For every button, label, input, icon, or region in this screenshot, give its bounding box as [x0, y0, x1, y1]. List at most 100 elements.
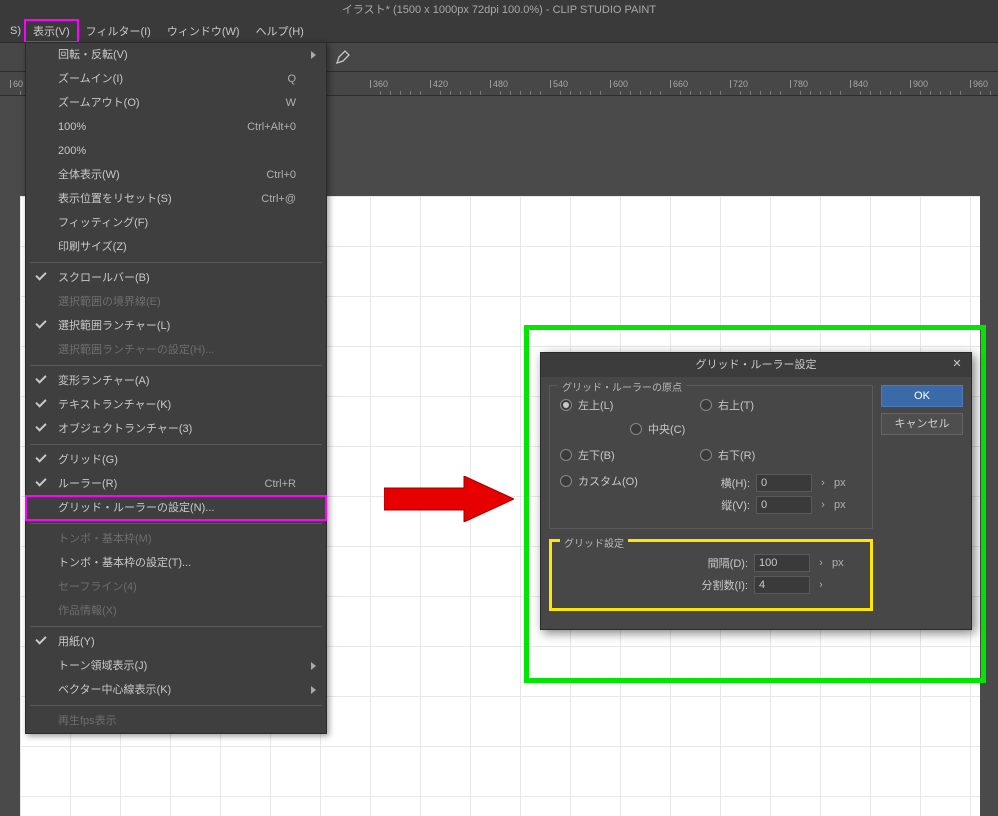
- chevron-right-icon[interactable]: ›: [816, 557, 826, 569]
- h-label: 横(H):: [700, 475, 750, 491]
- menu-item-label: トンボ・基本枠の設定(T)...: [58, 557, 191, 569]
- custom-h-input[interactable]: [756, 474, 812, 492]
- menu-item: 作品情報(X): [26, 599, 326, 623]
- close-icon[interactable]: ✕: [947, 355, 967, 373]
- menu-item[interactable]: トーン領域表示(J): [26, 654, 326, 678]
- ruler-minor-tick: [680, 91, 681, 95]
- menu-item[interactable]: 用紙(Y): [26, 630, 326, 654]
- ok-button[interactable]: OK: [881, 385, 963, 407]
- ruler-minor-tick: [950, 91, 951, 95]
- menu-item[interactable]: 変形ランチャー(A): [26, 369, 326, 393]
- ruler-minor-tick: [520, 91, 521, 95]
- check-icon: [35, 451, 46, 462]
- radio-label: 中央(C): [648, 421, 685, 437]
- menu-item-label: ズームイン(I): [58, 73, 123, 85]
- check-icon: [35, 372, 46, 383]
- menu-item[interactable]: 全体表示(W)Ctrl+0: [26, 163, 326, 187]
- ruler-tick: 60: [10, 80, 23, 88]
- menu-item[interactable]: ルーラー(R) Ctrl+R: [26, 472, 326, 496]
- divisions-input[interactable]: [754, 576, 810, 594]
- menu-window[interactable]: ウィンドウ(W): [159, 20, 248, 42]
- menu-item-label: セーフライン(4): [58, 581, 137, 593]
- menu-item[interactable]: グリッド・ルーラーの設定(N)...: [26, 496, 326, 520]
- menu-item[interactable]: 選択範囲ランチャー(L): [26, 314, 326, 338]
- ruler-minor-tick: [640, 91, 641, 95]
- menu-item[interactable]: グリッド(G): [26, 448, 326, 472]
- ruler-minor-tick: [530, 91, 531, 95]
- ruler-tick: 780: [790, 80, 808, 88]
- spacing-input[interactable]: [754, 554, 810, 572]
- chevron-right-icon[interactable]: ›: [816, 579, 826, 591]
- radio-icon: [560, 475, 572, 487]
- custom-v-input[interactable]: [756, 496, 812, 514]
- menu-item[interactable]: フィッティング(F): [26, 211, 326, 235]
- menu-item: トンボ・基本枠(M): [26, 527, 326, 551]
- menu-item: セーフライン(4): [26, 575, 326, 599]
- ruler-minor-tick: [920, 91, 921, 95]
- radio-icon: [560, 399, 572, 411]
- ruler-minor-tick: [570, 91, 571, 95]
- ruler-minor-tick: [470, 91, 471, 95]
- ruler-minor-tick: [830, 91, 831, 95]
- menu-item[interactable]: ズームアウト(O)W: [26, 91, 326, 115]
- menu-item-label: ルーラー(R): [58, 478, 117, 490]
- menu-item[interactable]: ベクター中心線表示(K): [26, 678, 326, 702]
- menu-item-label: グリッド・ルーラーの設定(N)...: [58, 502, 214, 514]
- chevron-right-icon[interactable]: ›: [818, 477, 828, 489]
- chevron-right-icon[interactable]: ›: [818, 499, 828, 511]
- cancel-button[interactable]: キャンセル: [881, 413, 963, 435]
- ruler-minor-tick: [600, 91, 601, 95]
- menu-item: 再生fps表示: [26, 709, 326, 733]
- radio-top-right[interactable]: 右上(T): [700, 397, 840, 413]
- unit-label: px: [832, 557, 850, 569]
- radio-custom[interactable]: カスタム(O): [560, 473, 670, 489]
- unit-label: px: [834, 477, 852, 489]
- ruler-tick: 600: [610, 80, 628, 88]
- menu-item-label: テキストランチャー(K): [58, 399, 171, 411]
- menu-item[interactable]: 表示位置をリセット(S)Ctrl+@: [26, 187, 326, 211]
- menu-item[interactable]: トンボ・基本枠の設定(T)...: [26, 551, 326, 575]
- ruler-tick: 720: [730, 80, 748, 88]
- menu-help[interactable]: ヘルプ(H): [248, 20, 312, 42]
- ruler-minor-tick: [770, 91, 771, 95]
- ruler-minor-tick: [890, 91, 891, 95]
- chevron-right-icon: [311, 51, 316, 59]
- radio-icon: [700, 449, 712, 461]
- menu-item-label: トンボ・基本枠(M): [58, 533, 152, 545]
- pencil-icon[interactable]: [335, 49, 351, 65]
- ruler-minor-tick: [440, 91, 441, 95]
- ruler-minor-tick: [630, 91, 631, 95]
- menu-prev-truncated[interactable]: S): [2, 22, 25, 40]
- grid-ruler-settings-dialog: グリッド・ルーラー設定 ✕ グリッド・ルーラーの原点 左上(L) 右上(T): [540, 352, 972, 630]
- ruler-minor-tick: [540, 91, 541, 95]
- menu-item[interactable]: 印刷サイズ(Z): [26, 235, 326, 259]
- menu-item[interactable]: オブジェクトランチャー(3): [26, 417, 326, 441]
- radio-bottom-right[interactable]: 右下(R): [700, 447, 840, 463]
- ruler-minor-tick: [660, 91, 661, 95]
- menu-item[interactable]: テキストランチャー(K): [26, 393, 326, 417]
- menu-item-label: 表示位置をリセット(S): [58, 193, 172, 205]
- menu-separator: [30, 262, 322, 263]
- menu-item[interactable]: ズームイン(I)Q: [26, 67, 326, 91]
- ruler-tick: 960: [970, 80, 988, 88]
- menu-item[interactable]: 100%Ctrl+Alt+0: [26, 115, 326, 139]
- radio-label: 左下(B): [578, 447, 615, 463]
- radio-bottom-left[interactable]: 左下(B): [560, 447, 700, 463]
- radio-icon: [630, 423, 642, 435]
- ruler-minor-tick: [800, 91, 801, 95]
- radio-top-left[interactable]: 左上(L): [560, 397, 700, 413]
- menu-filter[interactable]: フィルター(I): [78, 20, 159, 42]
- ruler-minor-tick: [860, 91, 861, 95]
- radio-center[interactable]: 中央(C): [630, 421, 770, 437]
- menu-item[interactable]: 200%: [26, 139, 326, 163]
- menu-shortcut: Ctrl+R: [265, 472, 296, 496]
- menu-view[interactable]: 表示(V): [25, 20, 78, 42]
- check-icon: [35, 475, 46, 486]
- menu-item[interactable]: 回転・反転(V): [26, 43, 326, 67]
- ruler-tick: 480: [490, 80, 508, 88]
- radio-label: 右下(R): [718, 447, 755, 463]
- menu-item[interactable]: スクロールバー(B): [26, 266, 326, 290]
- ruler-tick: 900: [910, 80, 928, 88]
- divisions-label: 分割数(I):: [678, 577, 748, 593]
- ruler-minor-tick: [480, 91, 481, 95]
